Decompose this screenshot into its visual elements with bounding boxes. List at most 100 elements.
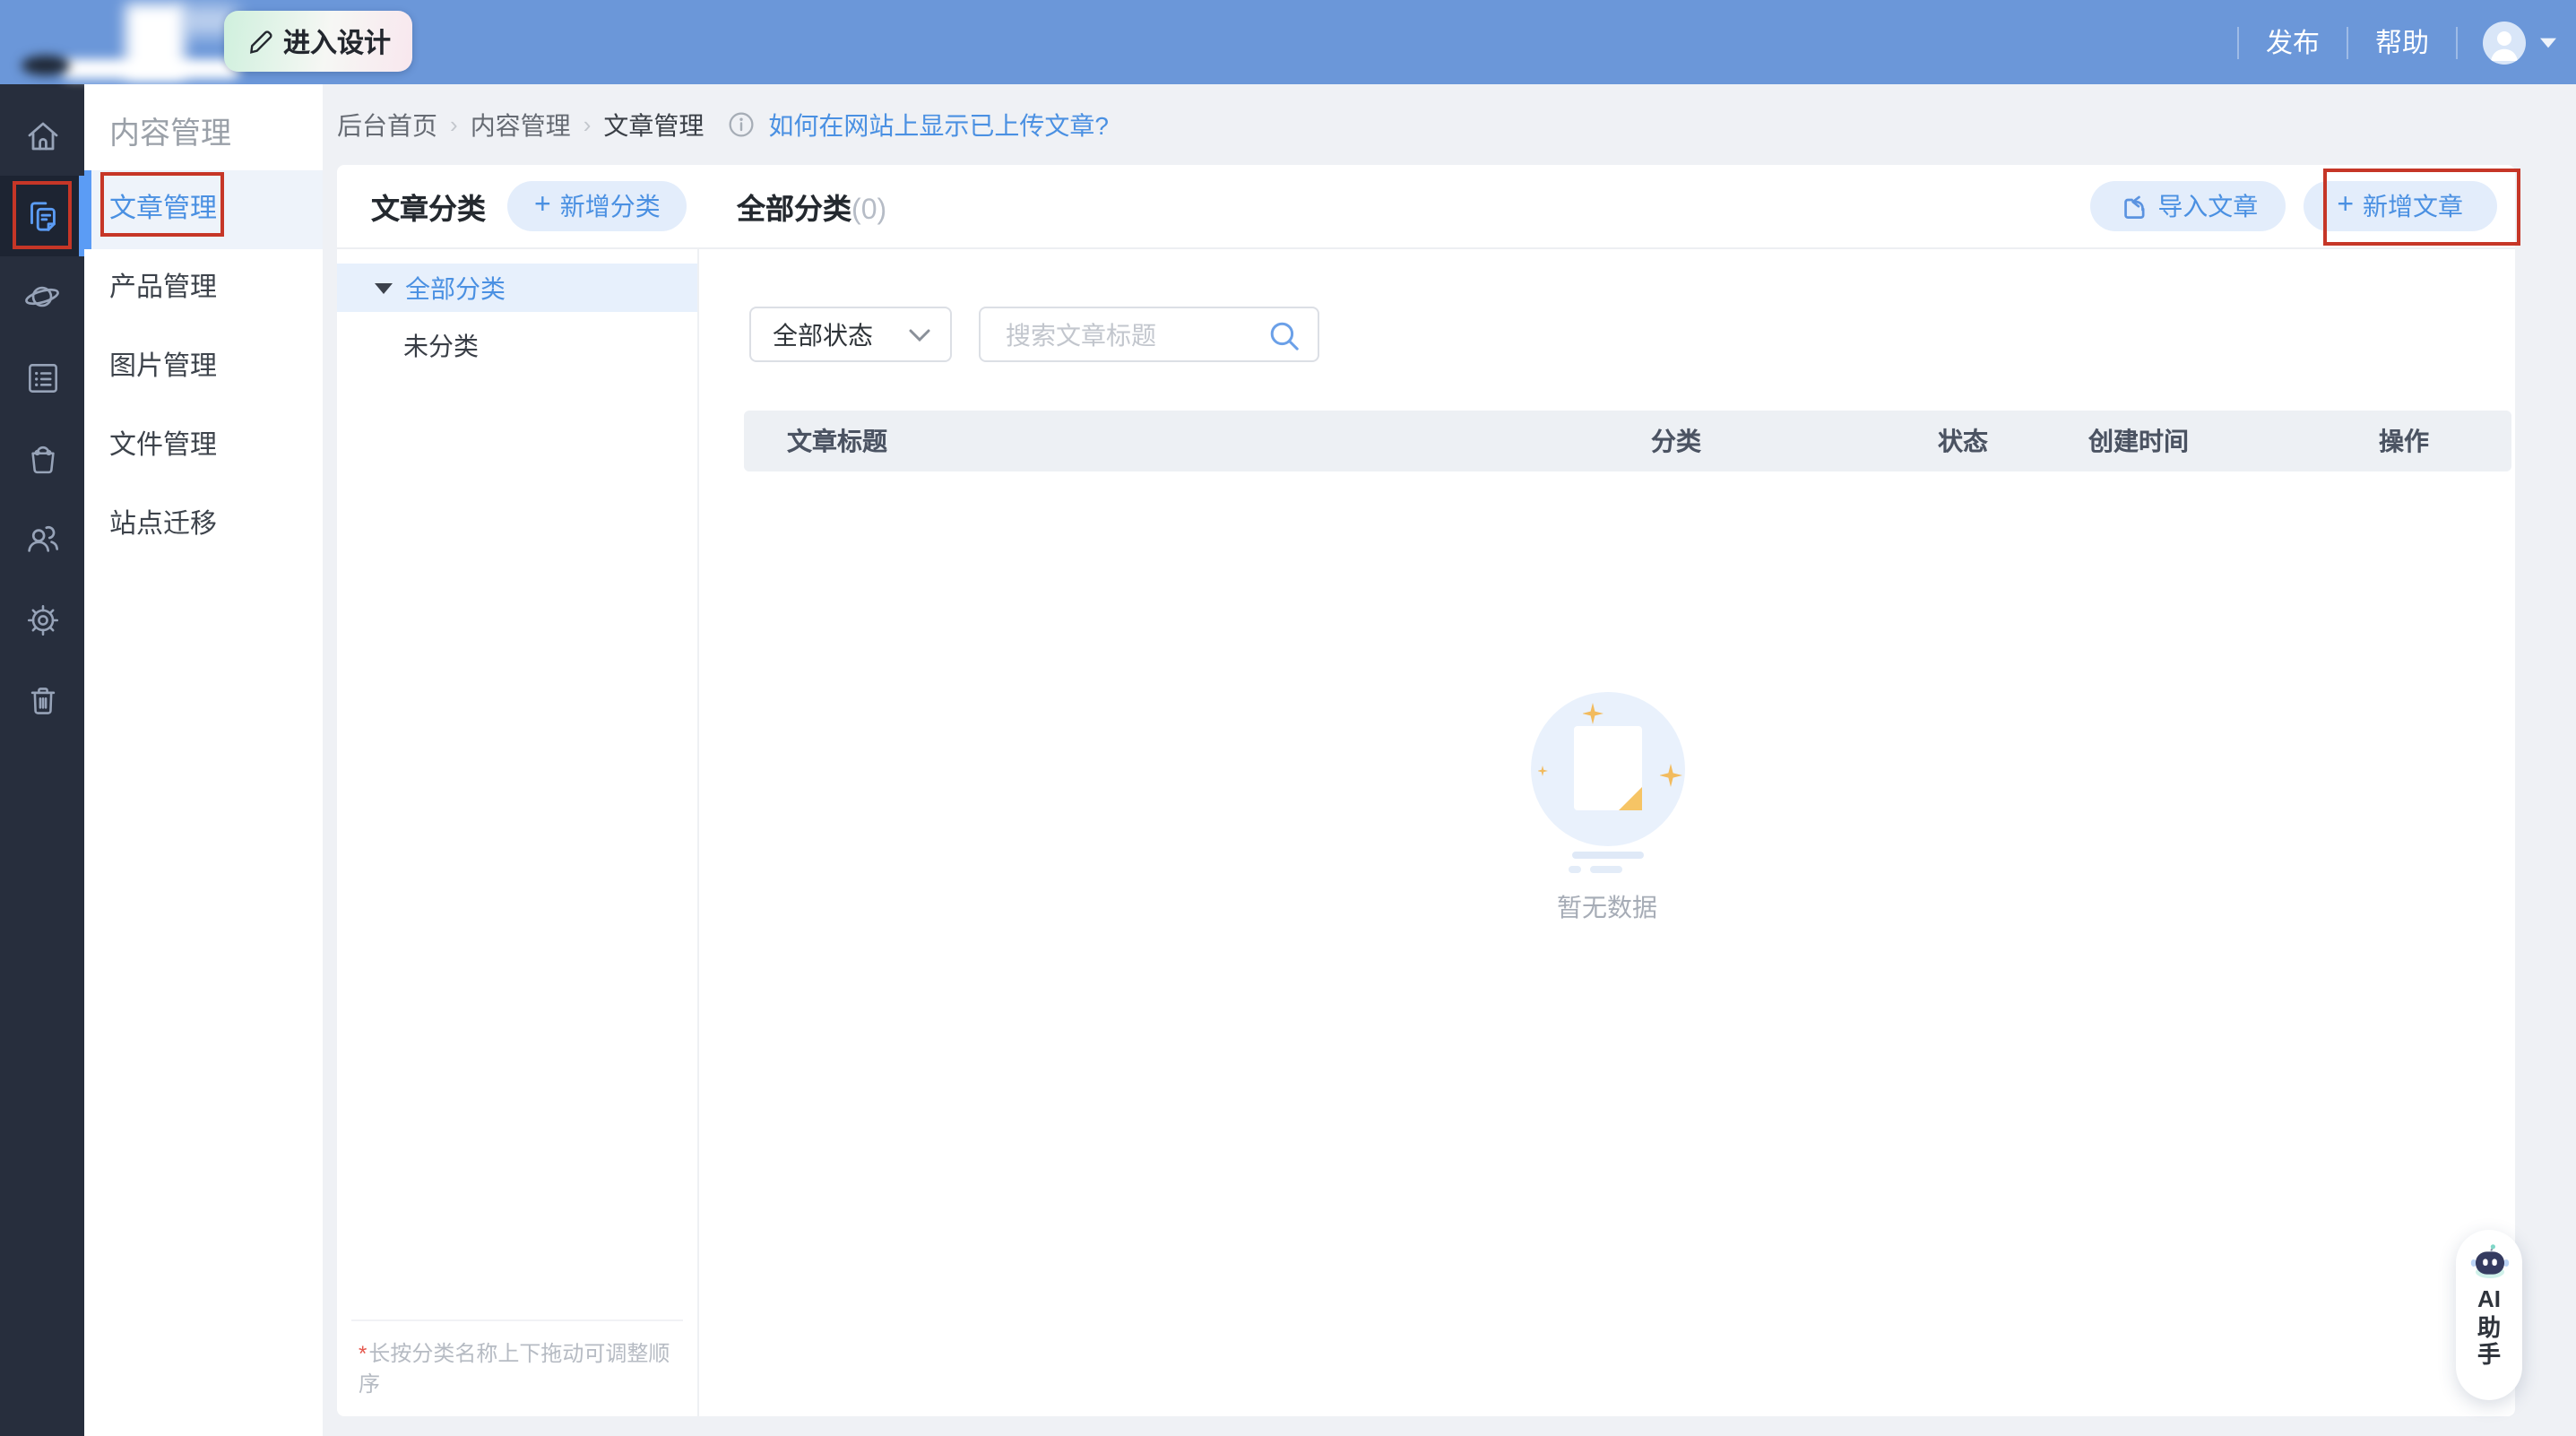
chevron-down-icon bbox=[909, 327, 930, 342]
empty-text: 暂无数据 bbox=[1557, 892, 1657, 921]
pages-icon bbox=[30, 202, 56, 231]
person-icon bbox=[2491, 30, 2518, 60]
add-article-label: 新增文章 bbox=[2363, 192, 2463, 221]
empty-dash bbox=[1571, 852, 1643, 859]
plus-icon: + bbox=[2337, 189, 2354, 220]
article-manager-card: 文章分类 + 新增分类 全部分类(0) 导入文章 + 新增文章 全部分类 未分类… bbox=[337, 165, 2515, 1416]
caret-down-icon[interactable] bbox=[2540, 37, 2556, 48]
sidebar-item-mall[interactable] bbox=[0, 418, 84, 498]
site-logo bbox=[14, 0, 247, 84]
add-article-button[interactable]: + 新增文章 bbox=[2303, 181, 2497, 231]
category-tree-panel: 全部分类 未分类 * 长按分类名称上下拖动可调整顺序 bbox=[337, 249, 699, 1416]
icon-rail bbox=[0, 84, 84, 1436]
main-content: 后台首页 › 内容管理 › 文章管理 如何在网站上显示已上传文章? 文章分类 +… bbox=[323, 84, 2576, 1436]
col-actions: 操作 bbox=[2379, 427, 2429, 455]
enter-design-button[interactable]: 进入设计 bbox=[224, 11, 413, 72]
add-category-button[interactable]: + 新增分类 bbox=[507, 181, 687, 231]
sidebar-item-settings[interactable] bbox=[0, 579, 84, 660]
robot-icon bbox=[2468, 1242, 2511, 1282]
ai-label-line: 手 bbox=[2477, 1341, 2501, 1368]
gear-icon bbox=[26, 603, 58, 636]
submenu-item-files[interactable]: 文件管理 bbox=[84, 407, 323, 486]
tree-item-label: 全部分类 bbox=[405, 273, 506, 302]
sidebar-item-site[interactable] bbox=[0, 256, 84, 337]
submenu-item-products[interactable]: 产品管理 bbox=[84, 249, 323, 328]
card-header: 文章分类 + 新增分类 全部分类(0) 导入文章 + 新增文章 bbox=[337, 165, 2515, 249]
empty-page-fold bbox=[1618, 787, 1641, 810]
top-bar: 进入设计 发布 帮助 bbox=[0, 0, 2576, 84]
pencil-icon bbox=[246, 27, 274, 56]
sparkle-icon bbox=[1659, 764, 1682, 787]
logo-blur-shape bbox=[61, 59, 240, 79]
caret-down-icon[interactable] bbox=[375, 282, 393, 293]
tree-item-uncategorized[interactable]: 未分类 bbox=[337, 323, 697, 369]
topbar-separator bbox=[2346, 26, 2348, 58]
list-icon bbox=[28, 363, 56, 392]
search-box bbox=[979, 307, 1319, 362]
sidebar-item-home[interactable] bbox=[0, 95, 84, 176]
import-articles-button[interactable]: 导入文章 bbox=[2089, 181, 2286, 231]
sidebar-item-trash[interactable] bbox=[0, 660, 84, 740]
breadcrumb-current: 文章管理 bbox=[603, 110, 705, 139]
list-heading: 全部分类(0) bbox=[737, 185, 886, 228]
note-text: 长按分类名称上下拖动可调整顺序 bbox=[359, 1341, 670, 1397]
empty-illustration bbox=[1530, 692, 1684, 846]
empty-state: 暂无数据 bbox=[699, 692, 2515, 924]
list-count: (0) bbox=[851, 195, 887, 226]
sidebar-item-members[interactable] bbox=[0, 498, 84, 579]
status-filter-select[interactable]: 全部状态 bbox=[749, 307, 952, 362]
search-icon[interactable] bbox=[1267, 319, 1301, 353]
submenu-item-images[interactable]: 图片管理 bbox=[84, 328, 323, 407]
breadcrumb-separator: › bbox=[583, 111, 592, 138]
add-category-label: 新增分类 bbox=[559, 192, 661, 221]
content-submenu: 内容管理 文章管理 产品管理 图片管理 文件管理 站点迁移 bbox=[84, 84, 323, 1436]
shopping-bag-icon bbox=[30, 445, 54, 473]
plus-icon: + bbox=[534, 189, 551, 220]
drag-hint-note: * 长按分类名称上下拖动可调整顺序 bbox=[351, 1319, 683, 1402]
submenu-title: 内容管理 bbox=[109, 117, 231, 151]
enter-design-label: 进入设计 bbox=[283, 28, 392, 58]
breadcrumb: 后台首页 › 内容管理 › 文章管理 如何在网站上显示已上传文章? bbox=[323, 84, 2576, 165]
topbar-separator bbox=[2236, 26, 2239, 58]
empty-dash-row bbox=[1568, 866, 1621, 872]
ai-label-line: AI bbox=[2477, 1285, 2501, 1312]
home-icon bbox=[27, 121, 57, 150]
article-list-panel: 全部状态 文章标题 分类 状态 bbox=[699, 249, 2515, 1416]
submenu-item-articles[interactable]: 文章管理 bbox=[84, 170, 323, 249]
header-actions: 导入文章 + 新增文章 bbox=[2089, 181, 2497, 231]
sidebar-item-forms[interactable] bbox=[0, 337, 84, 418]
sidebar-item-content[interactable] bbox=[0, 176, 84, 256]
card-body: 全部分类 未分类 * 长按分类名称上下拖动可调整顺序 全部状态 搜索文章标题 文… bbox=[337, 249, 2515, 1416]
users-icon bbox=[28, 525, 59, 552]
submenu-item-migration[interactable]: 站点迁移 bbox=[84, 486, 323, 565]
category-panel-title: 文章分类 bbox=[371, 195, 487, 226]
breadcrumb-separator: › bbox=[450, 111, 458, 138]
logo-blur-shape bbox=[22, 56, 70, 75]
empty-page-shape bbox=[1573, 726, 1641, 810]
breadcrumb-content[interactable]: 内容管理 bbox=[471, 107, 571, 143]
help-article-link[interactable]: 如何在网站上显示已上传文章? bbox=[768, 107, 1109, 143]
col-status: 状态 bbox=[1938, 427, 1988, 455]
publish-link[interactable]: 发布 bbox=[2266, 23, 2320, 61]
import-articles-label: 导入文章 bbox=[2157, 192, 2259, 221]
topbar-right-group: 发布 帮助 bbox=[2236, 0, 2576, 84]
ai-assistant-button[interactable]: AI 助 手 bbox=[2456, 1230, 2522, 1400]
col-category: 分类 bbox=[1651, 427, 1701, 455]
sparkle-icon bbox=[1537, 766, 1548, 776]
search-input[interactable] bbox=[1002, 319, 1269, 351]
tree-item-label: 未分类 bbox=[403, 332, 479, 360]
info-icon bbox=[727, 111, 754, 138]
trash-icon bbox=[30, 687, 55, 714]
col-article-title: 文章标题 bbox=[787, 427, 887, 455]
planet-icon bbox=[25, 286, 59, 307]
note-asterisk: * bbox=[359, 1341, 367, 1366]
app-root: 进入设计 发布 帮助 内容管理 文章管理 产品管理 图片管理 文件管理 站点迁移… bbox=[0, 0, 2576, 1436]
tree-item-all-categories[interactable]: 全部分类 bbox=[337, 264, 697, 312]
help-link[interactable]: 帮助 bbox=[2375, 23, 2429, 61]
col-created-time: 创建时间 bbox=[2088, 427, 2189, 455]
breadcrumb-home[interactable]: 后台首页 bbox=[337, 107, 437, 143]
list-heading-text: 全部分类 bbox=[737, 195, 852, 226]
status-filter-value: 全部状态 bbox=[773, 320, 873, 349]
sparkle-icon bbox=[1582, 703, 1604, 724]
avatar[interactable] bbox=[2483, 21, 2526, 64]
